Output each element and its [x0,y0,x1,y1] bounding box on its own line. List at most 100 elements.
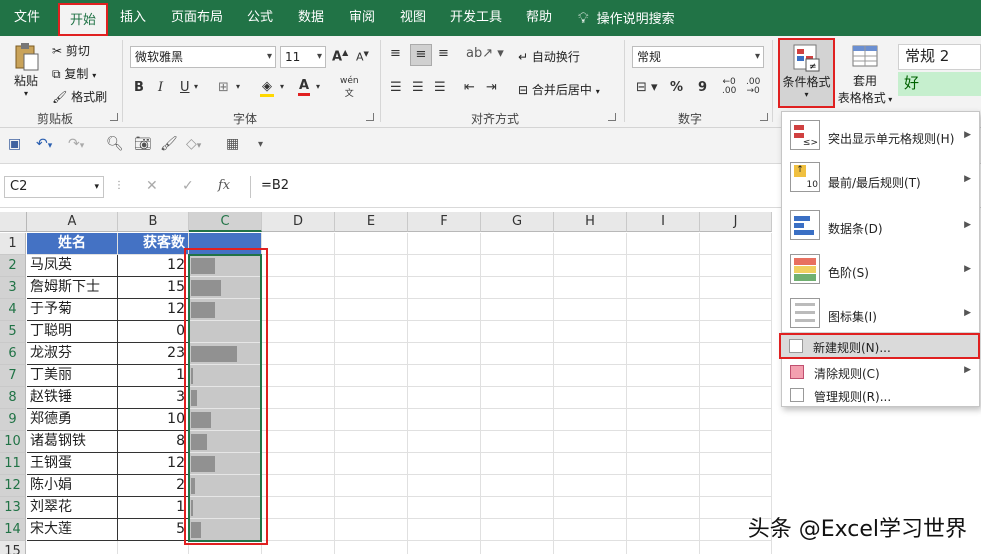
row-header[interactable]: 12 [0,475,26,497]
grid-cell[interactable] [627,233,700,255]
grid-cell[interactable] [700,343,772,365]
grid-cell[interactable] [335,321,408,343]
chevron-down-icon[interactable]: ▾ [236,82,240,91]
grid-cell[interactable] [627,409,700,431]
name-cell[interactable]: 马凤英 [27,255,118,277]
decrease-decimal-icon[interactable]: .00 →0 [746,78,760,96]
percent-style-button[interactable]: % [670,80,683,95]
chart-icon[interactable]: ▦ [226,136,239,152]
grid-cell[interactable] [262,365,335,387]
row-header[interactable]: 13 [0,497,26,519]
grid-cell[interactable] [481,255,554,277]
grid-cell[interactable] [554,233,627,255]
grid-cell[interactable] [335,233,408,255]
grid-cell[interactable] [627,321,700,343]
column-header[interactable]: C [189,212,262,232]
grid-cell[interactable] [335,475,408,497]
row-header[interactable]: 7 [0,365,26,387]
grid-cell[interactable] [554,519,627,541]
row-header[interactable]: 2 [0,255,26,277]
font-family-select[interactable]: 微软雅黑 ▾ [130,46,276,68]
shrink-font-button[interactable]: A▼ [356,50,369,64]
orientation-icon[interactable]: ab↗ ▾ [466,46,504,61]
align-left-icon[interactable]: ☰ [390,80,402,95]
grid-cell[interactable] [262,299,335,321]
grid-cell[interactable] [262,387,335,409]
grid-cell[interactable] [554,387,627,409]
name-cell[interactable]: 丁美丽 [27,365,118,387]
fill-color-icon[interactable]: ◈ [260,79,274,97]
chevron-down-icon[interactable]: ▾ [194,82,198,91]
grid-cell[interactable] [481,365,554,387]
grid-cell[interactable] [335,431,408,453]
menu-item-new-rule[interactable]: 新建规则(N)... [779,333,980,359]
grid-cell[interactable] [554,475,627,497]
clipboard-dialog-launcher[interactable] [110,113,118,121]
grid-cell[interactable] [262,431,335,453]
grid-cell[interactable] [262,497,335,519]
column-header[interactable]: E [335,212,408,232]
grid-cell[interactable] [408,387,481,409]
grid-cell[interactable] [554,299,627,321]
row-header[interactable]: 5 [0,321,26,343]
grid-cell[interactable] [335,255,408,277]
grid-cell[interactable] [335,409,408,431]
grid-cell[interactable] [627,365,700,387]
count-cell[interactable]: 12 [118,299,189,321]
grid-cell[interactable] [408,277,481,299]
name-cell[interactable]: 赵铁锤 [27,387,118,409]
merge-center-button[interactable]: ⊟ 合并后居中 ▾ [518,81,600,98]
grid-cell[interactable] [700,453,772,475]
grid-cell[interactable] [335,497,408,519]
print-preview-icon[interactable]: 🔍︎ [106,136,124,152]
count-cell[interactable]: 3 [118,387,189,409]
grid-cell[interactable] [700,299,772,321]
grid-cell[interactable] [554,277,627,299]
grid-cell[interactable] [554,541,627,554]
menu-item-highlight-rules[interactable]: ≤> 突出显示单元格规则(H) ▶ [782,116,979,156]
grid-cell[interactable] [481,299,554,321]
grid-cell[interactable] [408,409,481,431]
tab-formulas[interactable]: 公式 [236,0,284,36]
column-header[interactable]: A [27,212,118,232]
redo-icon[interactable]: ↷▾ [68,136,84,152]
borders-icon[interactable]: ⊞ [218,80,229,95]
name-box[interactable]: C2 ▾ [4,176,104,198]
grow-font-button[interactable]: A▲ [332,48,348,64]
grid-cell[interactable] [118,541,189,554]
comma-style-button[interactable]: 9 [698,80,707,95]
customize-qat-icon[interactable]: ▾ [258,139,263,150]
grid-cell[interactable] [481,541,554,554]
grid-cell[interactable] [554,365,627,387]
grid-cell[interactable] [408,233,481,255]
grid-cell[interactable] [627,387,700,409]
menu-item-icon-sets[interactable]: 图标集(I) ▶ [782,294,979,334]
grid-cell[interactable] [627,453,700,475]
grid-cell[interactable] [627,255,700,277]
column-header[interactable]: B [118,212,189,232]
align-middle-icon[interactable]: ≡ [410,44,432,66]
grid-cell[interactable] [262,541,335,554]
header-cell-name[interactable]: 姓名 [27,233,118,255]
font-color-icon[interactable]: A [298,78,310,96]
align-right-icon[interactable]: ☰ [434,80,446,95]
grid-cell[interactable] [262,453,335,475]
grid-cell[interactable] [627,431,700,453]
underline-button[interactable]: U [180,80,190,95]
grid-cell[interactable] [627,519,700,541]
row-header[interactable]: 6 [0,343,26,365]
row-header[interactable]: 3 [0,277,26,299]
count-cell[interactable]: 8 [118,431,189,453]
column-header[interactable]: H [554,212,627,232]
grid-cell[interactable] [554,453,627,475]
phonetic-guide-button[interactable]: wén 文 [340,76,359,99]
grid-cell[interactable] [335,541,408,554]
grid-cell[interactable] [335,277,408,299]
grid-cell[interactable] [408,343,481,365]
row-header[interactable]: 9 [0,409,26,431]
name-cell[interactable]: 丁聪明 [27,321,118,343]
name-cell[interactable]: 郑德勇 [27,409,118,431]
grid-cell[interactable] [335,453,408,475]
name-cell[interactable]: 刘翠花 [27,497,118,519]
insert-function-button[interactable]: fx [218,178,230,193]
